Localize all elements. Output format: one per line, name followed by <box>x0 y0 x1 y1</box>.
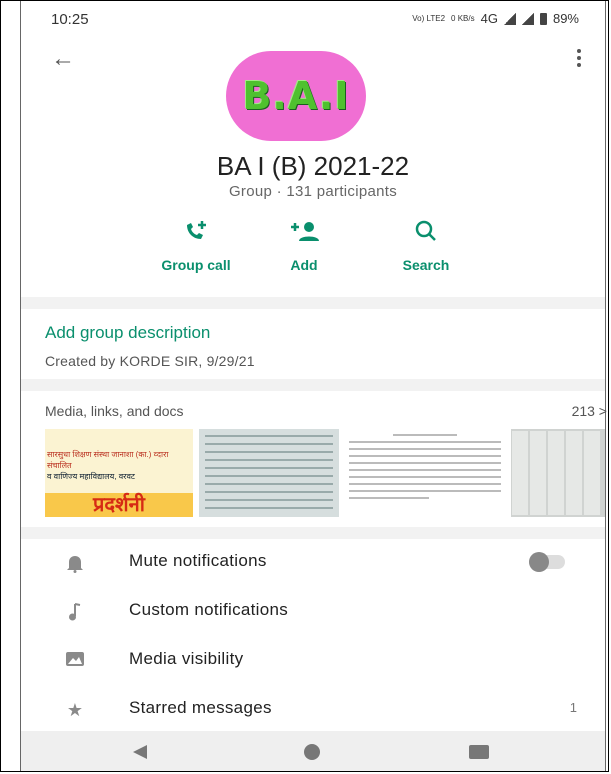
group-avatar[interactable]: B.A.I <box>226 51 366 141</box>
custom-notifications-row[interactable]: Custom notifications <box>21 588 605 636</box>
group-call-button[interactable]: Group call <box>146 219 246 273</box>
group-name: BA I (B) 2021-22 <box>216 151 410 181</box>
net-speed: 0 KB/s <box>451 13 475 23</box>
arrow-left-icon[interactable]: ← <box>51 45 75 73</box>
status-bar: 10:25 Vo) LTE2 0 KB/s 4G 89% <box>21 1 605 37</box>
created-by-text: Created by KORDE SIR, 9/29/21 <box>45 353 255 369</box>
mute-notifications-row[interactable]: Mute notifications <box>21 539 605 587</box>
starred-count: 1 <box>569 700 577 715</box>
battery-icon <box>539 12 547 25</box>
volte-indicator: Vo) LTE2 <box>412 13 446 23</box>
more-vert-icon[interactable] <box>577 49 581 70</box>
thumbnail-text: व वाणिज्य महाविद्यालय, वरवट <box>47 472 135 481</box>
action-bar: Group call Add Search <box>146 219 466 279</box>
group-call-label: Group call <box>161 257 231 273</box>
media-thumbnail[interactable]: सारसुधा शिक्षण संस्था जानाशा (का.) व्दार… <box>45 429 193 517</box>
media-thumbnail[interactable] <box>199 429 339 517</box>
status-time: 10:25 <box>51 11 89 28</box>
media-count[interactable]: 213 > <box>572 403 607 419</box>
image-icon <box>65 651 85 671</box>
battery-level: 89% <box>552 11 579 26</box>
music-note-icon <box>65 602 85 622</box>
thumbnail-text: सारसुधा शिक्षण संस्था जानाशा (का.) व्दार… <box>47 450 169 470</box>
add-call-icon <box>146 219 246 245</box>
network-type: 4G <box>480 11 498 26</box>
person-add-icon <box>274 219 334 245</box>
media-header[interactable]: Media, links, and docs 213 > <box>45 403 607 419</box>
description-section: Add group description Created by KORDE S… <box>45 323 255 369</box>
starred-messages-row[interactable]: ★ Starred messages 1 <box>21 686 605 734</box>
avatar-text: B.A.I <box>242 74 350 118</box>
media-visibility-label: Media visibility <box>129 649 244 668</box>
add-participant-button[interactable]: Add <box>274 219 334 273</box>
mute-toggle[interactable] <box>529 552 565 572</box>
media-thumbnail[interactable] <box>345 429 505 517</box>
starred-messages-label: Starred messages <box>129 698 272 717</box>
thumbnail-banner: प्रदर्शनी <box>45 493 193 517</box>
group-subtitle: Group · 131 participants <box>228 183 398 200</box>
search-icon <box>386 219 466 245</box>
status-icons: Vo) LTE2 0 KB/s 4G 89% <box>412 11 579 26</box>
search-label: Search <box>402 257 450 273</box>
mute-notifications-label: Mute notifications <box>129 551 267 570</box>
phone-screen: 10:25 Vo) LTE2 0 KB/s 4G 89% ← B.A.I BA … <box>20 1 607 771</box>
custom-notifications-label: Custom notifications <box>129 600 289 619</box>
divider <box>21 379 605 391</box>
bell-icon <box>65 553 85 573</box>
media-title: Media, links, and docs <box>45 403 184 419</box>
navigation-bar <box>21 731 605 771</box>
divider <box>21 297 605 309</box>
signal-icon <box>521 12 534 25</box>
media-thumbnails: सारसुधा शिक्षण संस्था जानाशा (का.) व्दार… <box>45 429 605 517</box>
media-visibility-row[interactable]: Media visibility <box>21 637 605 685</box>
star-icon: ★ <box>66 700 84 720</box>
search-button[interactable]: Search <box>386 219 466 273</box>
media-thumbnail[interactable] <box>511 429 605 517</box>
home-nav-icon[interactable] <box>304 744 320 760</box>
add-label: Add <box>290 257 318 273</box>
back-nav-icon[interactable] <box>133 745 147 759</box>
recents-nav-icon[interactable] <box>469 745 489 759</box>
signal-icon <box>503 12 516 25</box>
add-group-description-link[interactable]: Add group description <box>45 323 255 343</box>
divider <box>21 527 605 539</box>
screenshot-frame: 10:25 Vo) LTE2 0 KB/s 4G 89% ← B.A.I BA … <box>0 0 609 772</box>
